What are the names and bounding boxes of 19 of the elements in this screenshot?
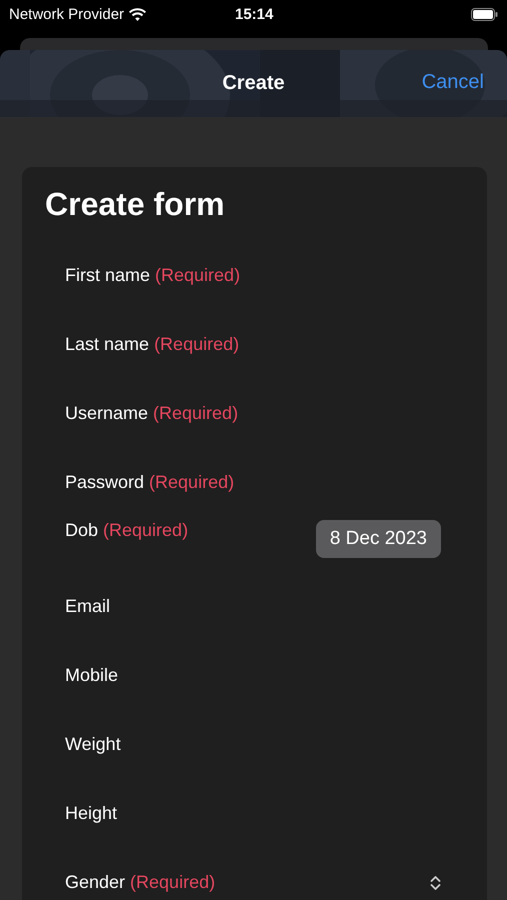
date-picker-button[interactable]: 8 Dec 2023 (316, 520, 441, 558)
chevron-up-down-icon[interactable] (430, 874, 441, 891)
wifi-icon (129, 8, 146, 20)
field-label: Password (Required) (65, 472, 234, 494)
battery-icon (471, 8, 498, 20)
field-label: First name (Required) (65, 265, 240, 286)
header-title: Create (222, 72, 285, 95)
field-label: Username (Required) (65, 403, 238, 424)
field-label: Height (65, 803, 118, 824)
form-title: Create form (45, 185, 226, 224)
carrier-name: Network Provider (9, 6, 124, 22)
cancel-button[interactable]: Cancel (422, 71, 484, 94)
field-label: Weight (65, 734, 121, 756)
field-label: Dob (Required) (65, 520, 188, 542)
clock-time: 15:14 (235, 6, 274, 22)
field-label: Mobile (65, 665, 118, 686)
field-label: Email (65, 596, 110, 618)
field-label: Last name (Required) (65, 334, 240, 356)
field-label: Gender (Required) (65, 872, 216, 894)
